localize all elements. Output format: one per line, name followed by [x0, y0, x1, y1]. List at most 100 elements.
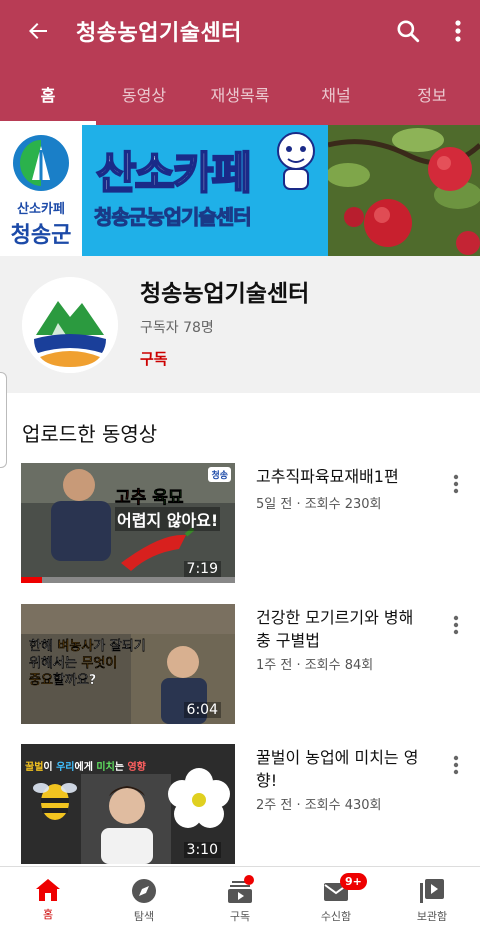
banner-logo-bottom: 청송군: [10, 223, 72, 248]
compass-icon: [132, 879, 156, 903]
nav-inbox[interactable]: 9+ 수신함: [288, 867, 384, 935]
thumb-text: 에게: [74, 762, 97, 773]
nav-explore[interactable]: 탐색: [96, 867, 192, 935]
video-more-button[interactable]: [444, 752, 468, 778]
back-button[interactable]: [0, 0, 76, 62]
thumb-highlight: 영향: [127, 762, 146, 773]
thumb-caption-line1: 한해 벼농사가 잘되기: [29, 638, 146, 655]
thumb-highlight: 우리: [56, 762, 75, 773]
thumb-highlight: 꿀벌: [25, 762, 44, 773]
top-bar: 청송농업기술센터: [0, 0, 480, 62]
video-item[interactable]: 꿀벌이 우리에게 미치는 영향 3:10 꿀벌이 농업에 미치는 영향! 2주 …: [0, 744, 480, 866]
home-icon: [36, 879, 60, 901]
app-screen: 청송농업기술센터 홈 동영상 재생목록 채널 정보 산소카페 청송군 산소카페 …: [0, 0, 480, 935]
cheongsong-emblem-icon: [13, 135, 69, 191]
channel-banner: 산소카페 청송군 산소카페 청송군농업기술센터: [0, 125, 480, 256]
tab-home[interactable]: 홈: [0, 62, 96, 125]
thumb-text: 위해서는: [29, 656, 82, 671]
thumb-text: 할까요?: [52, 673, 97, 688]
thumb-channel-badge: 청송: [208, 467, 231, 482]
app-header: 청송농업기술센터 홈 동영상 재생목록 채널 정보: [0, 0, 480, 125]
nav-library[interactable]: 보관함: [384, 867, 480, 935]
nav-explore-label: 탐색: [133, 910, 155, 923]
thumb-text: 한해: [29, 639, 58, 654]
nav-subscriptions-label: 구독: [229, 910, 251, 923]
edge-panel-handle[interactable]: [0, 372, 7, 468]
channel-name: 청송농업기술센터: [140, 281, 310, 307]
video-duration: 7:19: [183, 561, 221, 577]
tab-channels[interactable]: 채널: [288, 62, 384, 125]
inbox-badge: 9+: [340, 873, 367, 890]
thumb-caption: 한해 벼농사가 잘되기 위해서는 무엇이 중요할까요?: [29, 638, 146, 689]
video-thumbnail[interactable]: 꿀벌이 우리에게 미치는 영향 3:10: [21, 744, 235, 864]
video-title[interactable]: 고추직파육묘재배1편: [256, 465, 426, 488]
video-more-button[interactable]: [444, 612, 468, 638]
tab-playlists[interactable]: 재생목록: [192, 62, 288, 125]
tab-home-label: 홈: [40, 85, 56, 105]
tab-videos-label: 동영상: [121, 85, 167, 105]
agri-center-logo-icon: [22, 277, 118, 373]
thumb-caption-line2: 어렵지 않아요!: [115, 507, 221, 531]
search-icon: [397, 20, 420, 43]
thumb-word-pepper: 고추: [115, 488, 147, 509]
thumb-word-seedling: 육묘: [152, 488, 184, 509]
video-meta: 1주 전 · 조회수 84회: [256, 658, 374, 673]
thumb-highlight: 무엇이: [81, 656, 118, 671]
thumb-text: 이: [43, 762, 57, 773]
nav-home-label: 홈: [42, 908, 54, 921]
thumb-caption-line3: 중요할까요?: [29, 672, 146, 689]
banner-apple-photo: [328, 125, 480, 256]
subscriber-count: 구독자 78명: [140, 320, 214, 336]
tab-about-label: 정보: [417, 85, 447, 105]
subscribe-button[interactable]: 구독: [140, 348, 168, 369]
nav-subscriptions[interactable]: 구독: [192, 867, 288, 935]
thumb-text: 는: [114, 762, 128, 773]
video-title[interactable]: 꿀벌이 농업에 미치는 영향!: [256, 746, 426, 792]
search-button[interactable]: [380, 0, 436, 62]
thumb-text: 가 잘되기: [93, 639, 146, 654]
banner-cafe-text: 산소카페: [95, 147, 253, 200]
tab-videos[interactable]: 동영상: [96, 62, 192, 125]
more-vertical-icon: [453, 755, 459, 775]
video-duration: 6:04: [183, 702, 221, 718]
more-vertical-icon: [453, 615, 459, 635]
thumb-caption: 꿀벌이 우리에게 미치는 영향: [25, 758, 146, 773]
thumb-highlight: 벼농사: [57, 639, 94, 654]
channel-info: 청송농업기술센터 구독자 78명 구독: [0, 256, 480, 393]
more-vertical-icon: [453, 474, 459, 494]
thumb-highlight: 중요: [29, 673, 53, 688]
thumb-caption-line1: 고추 육묘: [115, 483, 184, 509]
channel-avatar[interactable]: [22, 277, 118, 373]
library-icon: [420, 879, 444, 903]
nav-library-label: 보관함: [416, 910, 448, 923]
channel-tabs: 홈 동영상 재생목록 채널 정보: [0, 62, 480, 125]
video-item[interactable]: 청송 고추 육묘 어렵지 않아요! 7:19 고추직파육묘재배1편 5일 전 ·…: [0, 463, 480, 585]
video-thumbnail[interactable]: 한해 벼농사가 잘되기 위해서는 무엇이 중요할까요? 6:04: [21, 604, 235, 724]
back-arrow-icon: [29, 23, 47, 39]
video-meta: 2주 전 · 조회수 430회: [256, 798, 382, 813]
banner-title-panel: 산소카페 청송군농업기술센터: [82, 125, 328, 256]
video-title[interactable]: 건강한 모기르기와 병해충 구별법: [256, 606, 426, 652]
more-options-button[interactable]: [436, 0, 480, 62]
video-thumbnail[interactable]: 청송 고추 육묘 어렵지 않아요! 7:19: [21, 463, 235, 583]
section-title: 업로드한 동영상: [22, 422, 158, 446]
tab-about[interactable]: 정보: [384, 62, 480, 125]
tab-playlists-label: 재생목록: [210, 85, 270, 105]
thumb-caption-line2: 위해서는 무엇이: [29, 655, 146, 672]
video-item[interactable]: 한해 벼농사가 잘되기 위해서는 무엇이 중요할까요? 6:04 건강한 모기르…: [0, 604, 480, 726]
bottom-navigation: 홈 탐색 구독 9+ 수신함 보관함: [0, 866, 480, 935]
tab-channels-label: 채널: [321, 85, 351, 105]
banner-center-text: 청송군농업기술센터: [94, 205, 253, 230]
nav-inbox-label: 수신함: [320, 910, 352, 923]
page-title: 청송농업기술센터: [76, 21, 242, 46]
more-vertical-icon: [455, 20, 461, 42]
video-meta: 5일 전 · 조회수 230회: [256, 497, 382, 512]
mascot-icon: [277, 132, 315, 190]
new-content-dot: [244, 875, 254, 885]
thumb-highlight: 미치: [96, 762, 115, 773]
video-duration: 3:10: [183, 842, 221, 858]
banner-logo-top: 산소카페: [17, 202, 65, 217]
video-more-button[interactable]: [444, 471, 468, 497]
nav-home[interactable]: 홈: [0, 867, 96, 935]
banner-logo: 산소카페 청송군: [0, 125, 82, 256]
